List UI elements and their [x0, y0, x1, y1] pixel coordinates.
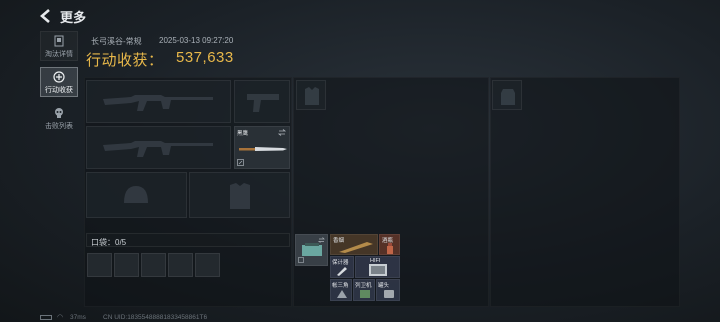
back-arrow-icon[interactable]	[38, 8, 54, 24]
swap-icon[interactable]	[278, 129, 286, 136]
helmet-slot[interactable]	[86, 172, 187, 218]
user-uid: CN UID:18355488881833458861T6	[103, 314, 208, 321]
pistol-silhouette-icon	[247, 94, 279, 112]
item-label: 罐头	[378, 283, 390, 289]
page-title: 更多	[60, 10, 87, 25]
hifi-device-icon	[369, 264, 387, 276]
pocket-slot[interactable]	[114, 253, 139, 277]
armor-slot[interactable]	[189, 172, 290, 218]
triangle-item-icon	[337, 290, 347, 298]
wifi-icon: ◠	[57, 314, 64, 321]
bottle-icon	[387, 243, 393, 254]
machine-icon	[360, 290, 370, 298]
pocket-slot[interactable]	[195, 253, 220, 277]
document-icon	[54, 35, 64, 47]
backpack-item[interactable]: 酒瓶	[379, 234, 400, 255]
item-label: 帐三角	[332, 283, 349, 289]
melee-label: 黑鹰	[237, 131, 249, 137]
backpack-item[interactable]: 香烟	[330, 234, 378, 255]
rifle-silhouette-icon	[103, 95, 213, 111]
tab-raid-haul[interactable]: 行动收获	[40, 67, 78, 97]
pocket-slot[interactable]	[87, 253, 112, 277]
haul-label: 行动收获：	[86, 52, 164, 69]
knife-icon	[239, 147, 287, 151]
bound-item-icon	[298, 257, 304, 263]
map-name: 长弓溪谷-常规	[91, 37, 142, 46]
container-item[interactable]	[295, 234, 328, 266]
battery-icon	[40, 315, 52, 320]
swap-icon[interactable]	[318, 237, 325, 243]
skull-icon	[55, 108, 63, 118]
case-icon	[302, 243, 322, 256]
haul-value: 537,633	[176, 49, 234, 66]
backpack-item[interactable]: HIFI	[355, 256, 400, 278]
item-label: 列卫机	[355, 283, 372, 289]
pocket-capacity: 口袋：0/5	[91, 238, 127, 247]
melee-slot[interactable]: 黑鹰	[234, 126, 290, 169]
helmet-silhouette-icon	[124, 186, 148, 203]
backpack-slot[interactable]	[492, 80, 522, 110]
backpack-silhouette-icon	[501, 89, 515, 105]
backpack-panel	[490, 77, 680, 307]
ping-readout: 37ms	[70, 314, 86, 321]
raid-timestamp: 2025-03-13 09:27:20	[159, 36, 234, 45]
backpack-item[interactable]: 列卫机	[353, 279, 375, 301]
bound-item-icon	[237, 159, 244, 166]
cigarette-icon	[339, 242, 373, 253]
tab-label: 淘汰详情	[45, 51, 73, 58]
backpack-item[interactable]: 保计器	[330, 256, 354, 278]
vest-silhouette-icon	[305, 87, 319, 105]
armor-silhouette-icon	[230, 183, 250, 209]
pocket-slot[interactable]	[168, 253, 193, 277]
tab-elimination-details[interactable]: 淘汰详情	[40, 31, 78, 61]
backpack-item[interactable]: 帐三角	[330, 279, 352, 301]
backpack-item[interactable]: 罐头	[376, 279, 400, 301]
loot-icon	[53, 71, 65, 83]
can-icon	[384, 290, 394, 298]
pocket-slot[interactable]	[141, 253, 166, 277]
tab-kill-list[interactable]: 击败列表	[40, 104, 78, 134]
primary-weapon-slot[interactable]	[86, 80, 231, 123]
secondary-weapon-slot[interactable]	[86, 126, 231, 169]
pistol-slot[interactable]	[234, 80, 290, 123]
tab-label: 行动收获	[45, 87, 73, 94]
device-icon	[337, 267, 347, 276]
tab-label: 击败列表	[45, 123, 73, 130]
chest-rig-slot[interactable]	[296, 80, 326, 110]
rifle-silhouette-icon	[103, 141, 213, 157]
